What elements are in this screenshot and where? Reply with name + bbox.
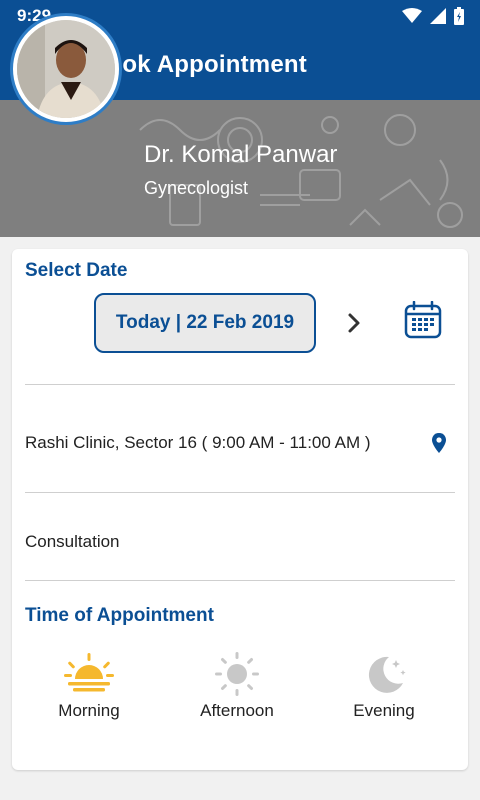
slot-morning[interactable]: Morning: [29, 651, 149, 741]
consultation-type[interactable]: Consultation: [25, 532, 120, 552]
calendar-icon[interactable]: [404, 301, 442, 339]
doctor-specialty: Gynecologist: [144, 178, 249, 198]
slot-evening-label: Evening: [353, 701, 415, 720]
doctor-photo: [17, 20, 115, 118]
status-icons: [402, 5, 464, 27]
sunrise-icon: [64, 653, 114, 692]
selected-date-button[interactable]: Today | 22 Feb 2019: [94, 293, 316, 353]
slot-afternoon-label: Afternoon: [200, 701, 274, 720]
slot-morning-label: Morning: [58, 701, 120, 720]
divider: [25, 384, 455, 385]
divider: [25, 580, 455, 581]
doctor-portrait: [17, 20, 115, 118]
clinic-info[interactable]: Rashi Clinic, Sector 16 ( 9:00 AM - 11:0…: [25, 433, 371, 453]
selected-date-label: Today | 22 Feb 2019: [115, 312, 295, 333]
battery-icon: [454, 7, 464, 25]
sun-icon: [215, 652, 259, 696]
doctor-avatar: [10, 13, 122, 125]
chevron-right-icon[interactable]: [342, 311, 366, 335]
slot-afternoon[interactable]: Afternoon: [177, 651, 297, 741]
wifi-icon: [402, 8, 422, 23]
location-pin-icon[interactable]: [430, 432, 448, 454]
signal-icon: [430, 8, 446, 24]
page-title: Book Appointment: [90, 51, 307, 78]
doctor-name: Dr. Komal Panwar: [144, 141, 338, 168]
time-of-appointment-heading: Time of Appointment: [25, 605, 214, 626]
select-date-heading: Select Date: [25, 260, 128, 281]
slot-evening[interactable]: Evening: [324, 651, 444, 741]
divider: [25, 492, 455, 493]
appointment-card: Select Date Today | 22 Feb 2019 Rashi Cl…: [12, 249, 468, 770]
moon-icon: [368, 656, 406, 693]
